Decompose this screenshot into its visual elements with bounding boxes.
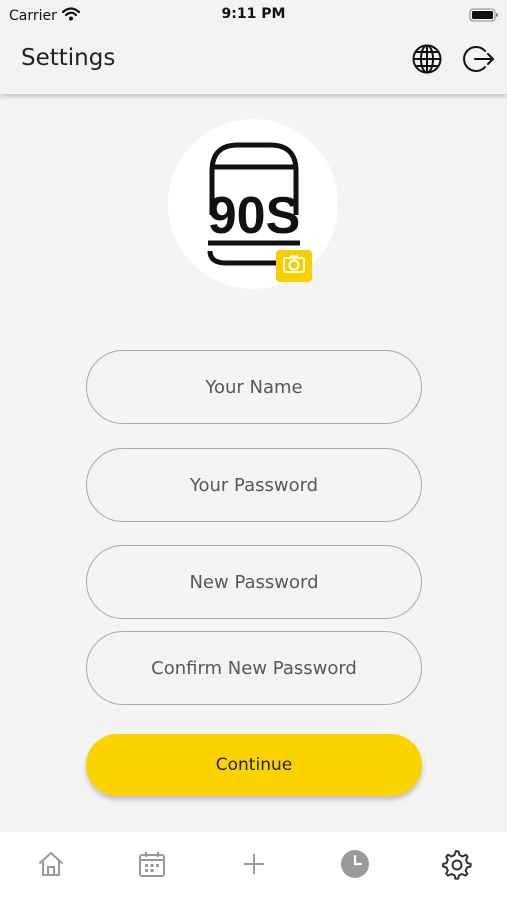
header: Settings <box>0 30 507 94</box>
status-bar: Carrier 9:11 PM <box>0 0 507 30</box>
tab-settings[interactable] <box>439 849 473 883</box>
continue-button[interactable]: Continue <box>86 734 422 796</box>
tab-add[interactable] <box>237 849 271 883</box>
tab-history[interactable] <box>338 849 372 883</box>
plus-icon <box>239 849 269 883</box>
tab-calendar[interactable] <box>135 849 169 883</box>
language-button[interactable] <box>410 44 444 78</box>
status-time: 9:11 PM <box>221 6 286 22</box>
avatar[interactable]: 90S <box>168 119 338 289</box>
logout-button[interactable] <box>462 44 496 78</box>
confirm-password-input[interactable] <box>86 631 422 705</box>
logo-text: 90S <box>208 187 301 245</box>
globe-icon <box>411 43 443 79</box>
new-password-input[interactable] <box>86 545 422 619</box>
page-title: Settings <box>21 45 116 71</box>
clock-icon <box>339 848 371 884</box>
tab-home[interactable] <box>34 849 68 883</box>
logo-image: 90S <box>207 142 301 266</box>
camera-icon <box>282 254 306 278</box>
gear-icon <box>440 848 472 884</box>
change-photo-button[interactable] <box>276 250 312 282</box>
home-icon <box>36 849 66 883</box>
current-password-input[interactable] <box>86 448 422 522</box>
logout-icon <box>463 43 495 79</box>
battery-icon <box>469 7 499 22</box>
tab-bar <box>0 832 507 900</box>
calendar-icon <box>137 849 167 883</box>
name-input[interactable] <box>86 350 422 424</box>
